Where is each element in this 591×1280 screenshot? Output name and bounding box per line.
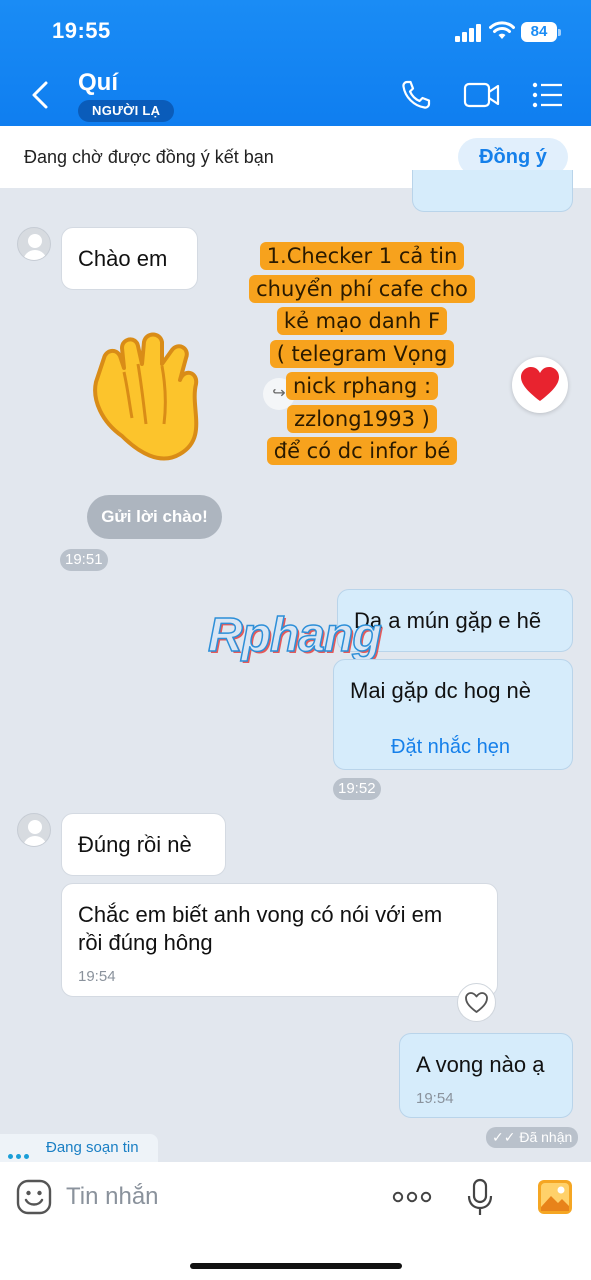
send-greeting-button[interactable]: Gửi lời chào! — [87, 495, 222, 539]
annotation-note: 1.Checker 1 cả tin chuyển phí cafe cho k… — [247, 240, 477, 468]
note-line: chuyển phí cafe cho — [249, 274, 475, 303]
message-time: 19:54 — [416, 1090, 454, 1107]
message-text: Mai gặp dc hog nè — [350, 678, 532, 703]
battery-indicator: 84 — [521, 22, 561, 42]
message-input[interactable] — [66, 1180, 366, 1214]
emoji-icon[interactable] — [16, 1179, 52, 1215]
waving-hand-sticker[interactable] — [80, 328, 230, 468]
wifi-icon — [489, 21, 515, 39]
double-check-icon: ✓✓ — [492, 1129, 516, 1145]
home-indicator — [190, 1263, 402, 1269]
watermark-logo: Rphang — [207, 608, 382, 663]
note-line: 1.Checker 1 cả tin — [259, 242, 465, 270]
back-arrow-icon[interactable] — [26, 78, 56, 112]
note-line: zzlong1993 ) — [287, 404, 437, 433]
note-line: nick rphang : — [285, 372, 439, 400]
stranger-badge: NGƯỜI LẠ — [78, 100, 175, 122]
message-text: A vong nào ạ — [416, 1052, 545, 1077]
message-bubble-incoming[interactable]: Chào em — [61, 227, 198, 290]
set-reminder-link[interactable]: Đặt nhắc hẹn — [391, 736, 510, 759]
message-text: Đúng rồi nè — [78, 832, 192, 857]
heart-outline-icon[interactable] — [457, 983, 496, 1022]
more-icon[interactable] — [392, 1190, 432, 1204]
status-time: 19:55 — [52, 18, 111, 43]
message-text-line: rồi đúng hông — [78, 930, 213, 955]
delivery-status: ✓✓ Đã nhận — [486, 1127, 579, 1148]
chat-header: 19:55 84 Quí NGƯỜI LẠ — [0, 0, 591, 126]
typing-indicator: Đang soạn tin — [0, 1134, 158, 1162]
avatar[interactable] — [17, 813, 51, 847]
avatar[interactable] — [17, 227, 51, 261]
menu-list-icon[interactable] — [532, 78, 564, 112]
message-bubble-partial[interactable] — [412, 170, 573, 212]
microphone-icon[interactable] — [465, 1178, 495, 1218]
message-bubble-outgoing[interactable]: Mai gặp dc hog nè Đặt nhắc hẹn — [333, 659, 573, 770]
contact-name[interactable]: Quí — [78, 69, 118, 97]
note-line: kẻ mạo danh F — [276, 307, 448, 335]
phone-icon[interactable] — [399, 78, 433, 112]
message-time: 19:54 — [78, 968, 116, 985]
message-text: Dạ a mún gặp e hẽ — [354, 608, 542, 633]
message-bubble-incoming[interactable]: Chắc em biết anh vong có nói với em rồi … — [61, 883, 498, 997]
message-text-line: Chắc em biết anh vong có nói với em — [78, 902, 443, 927]
message-text: Chào em — [78, 246, 168, 271]
note-line: ( telegram Vọng — [269, 339, 455, 368]
delivery-status-text: Đã nhận — [519, 1129, 573, 1145]
friend-request-text: Đang chờ được đồng ý kết bạn — [24, 147, 274, 167]
message-bubble-incoming[interactable]: Đúng rồi nè — [61, 813, 226, 876]
typing-text: Đang soạn tin — [46, 1139, 139, 1156]
note-line: để có dc infor bé — [266, 437, 458, 465]
time-separator: 19:52 — [333, 778, 381, 800]
cellular-signal-icon — [455, 24, 483, 42]
image-icon[interactable] — [537, 1179, 573, 1215]
message-bubble-outgoing[interactable]: A vong nào ạ 19:54 — [399, 1033, 573, 1118]
time-separator: 19:51 — [60, 549, 108, 571]
video-call-icon[interactable] — [463, 78, 501, 112]
heart-reaction-icon[interactable] — [512, 357, 568, 413]
